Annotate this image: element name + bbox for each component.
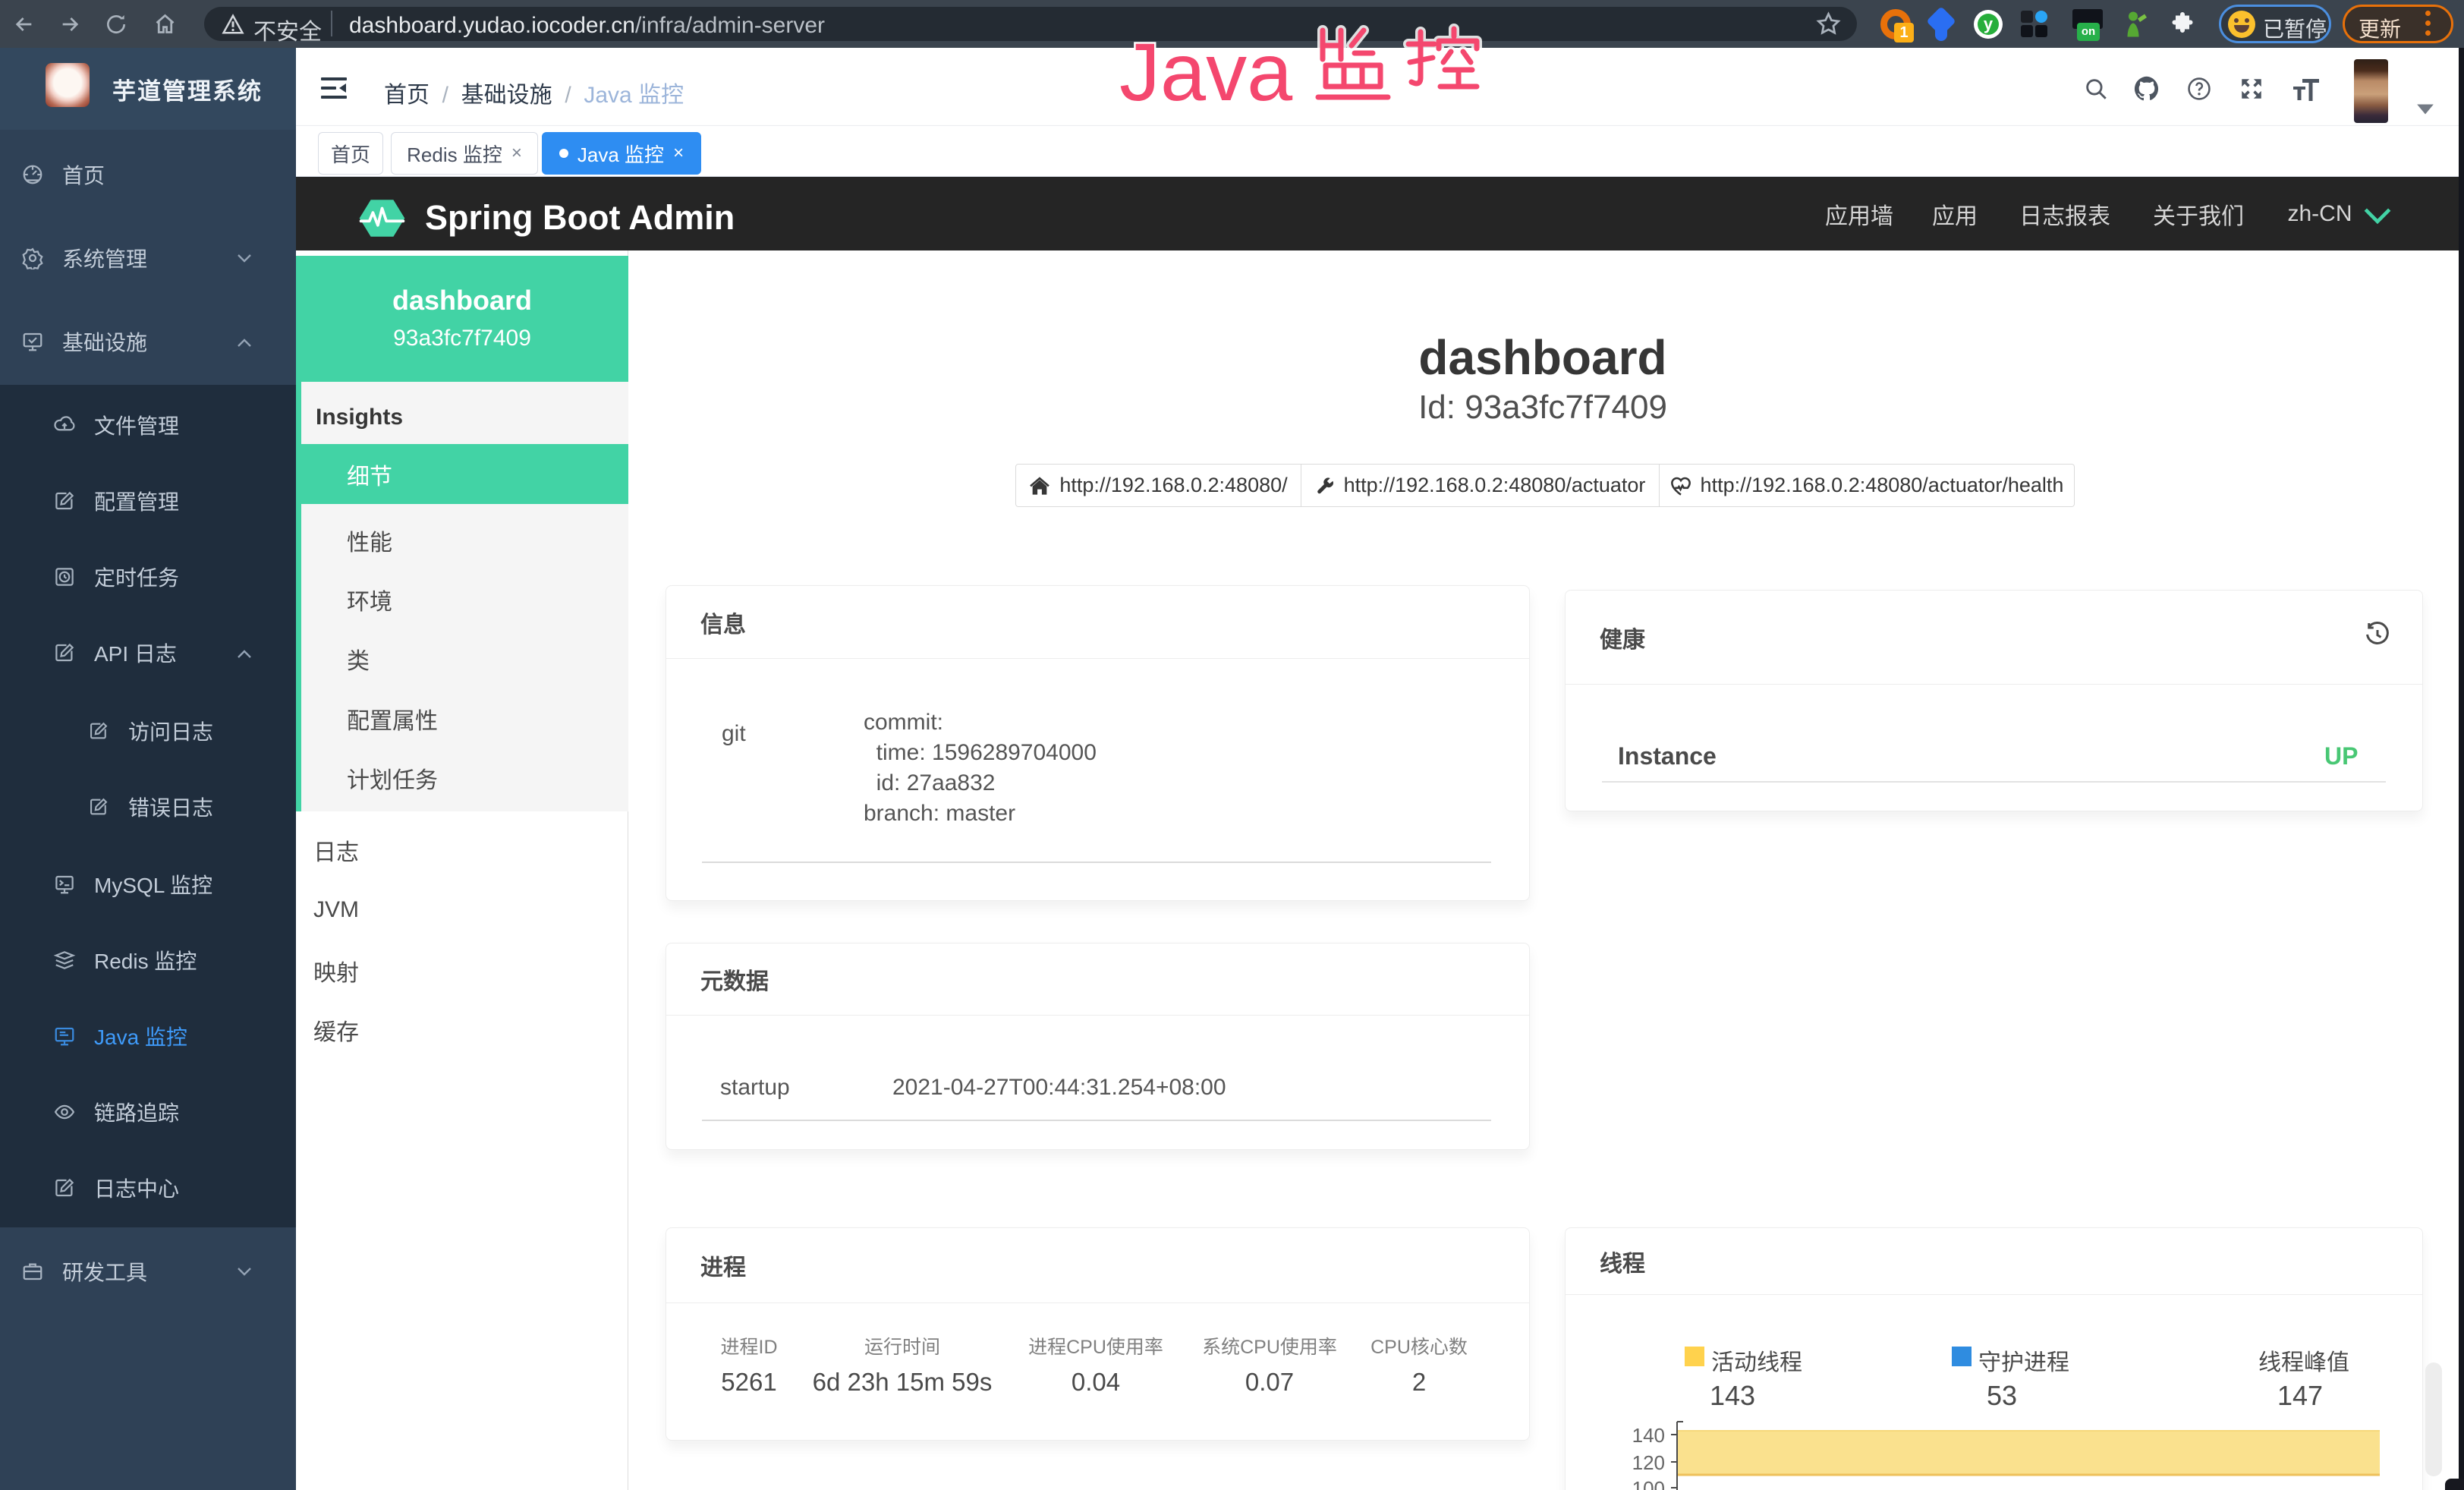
svg-text:Java: Java	[1119, 26, 1293, 118]
svg-text:100: 100	[1632, 1477, 1665, 1490]
svg-text:120: 120	[1632, 1451, 1665, 1474]
svg-text:140: 140	[1632, 1424, 1665, 1447]
